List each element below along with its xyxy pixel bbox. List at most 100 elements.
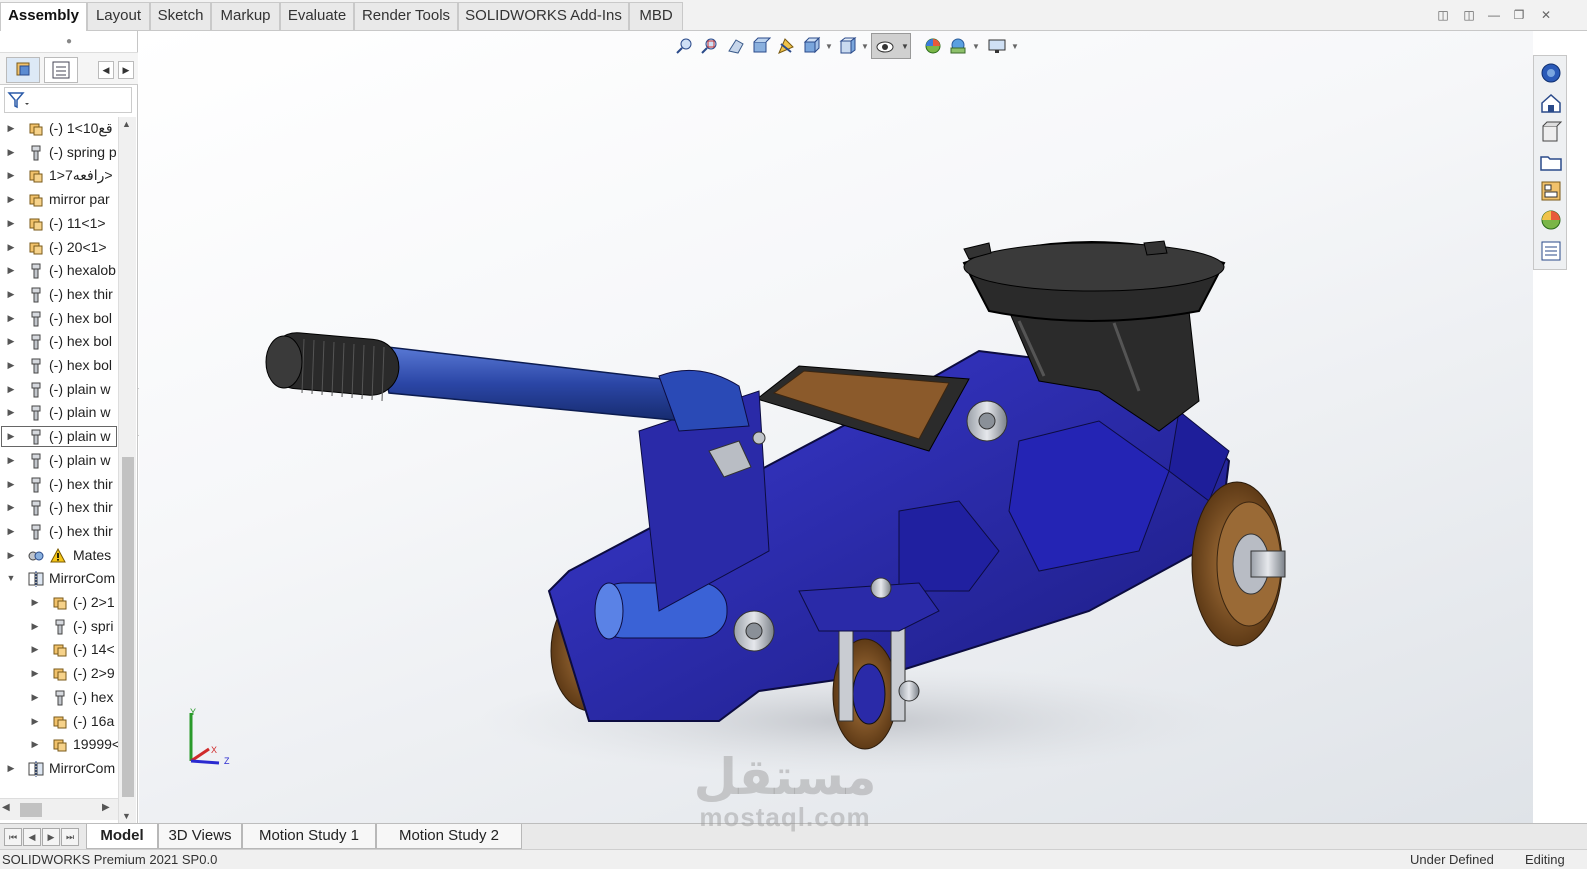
expand-arrow-icon[interactable]: ▶ bbox=[30, 638, 40, 661]
tree-item[interactable]: ▶ (-) hex bol bbox=[0, 354, 118, 377]
tab-motion-study-1[interactable]: Motion Study 1 bbox=[242, 824, 376, 849]
scroll-down-icon[interactable]: ▼ bbox=[122, 811, 131, 821]
tree-item[interactable]: ▶ (-) 11<1> bbox=[0, 212, 118, 235]
expand-arrow-icon[interactable]: ▶ bbox=[6, 141, 16, 164]
tree-item[interactable]: ▶ (-) 14< bbox=[0, 638, 118, 661]
expand-arrow-icon[interactable]: ▶ bbox=[6, 354, 16, 377]
expand-arrow-icon[interactable]: ▶ bbox=[6, 449, 16, 472]
scrollbar-thumb[interactable] bbox=[20, 803, 42, 817]
design-library-icon[interactable] bbox=[1538, 119, 1564, 145]
expand-arrow-icon[interactable]: ▶ bbox=[6, 378, 16, 401]
propertymanager-tab[interactable] bbox=[44, 57, 78, 83]
tree-horizontal-scrollbar[interactable]: ◀ ▶ bbox=[0, 798, 118, 820]
tab-solidworks-add-ins[interactable]: SOLIDWORKS Add-Ins bbox=[458, 2, 629, 30]
close-icon[interactable]: ✕ bbox=[1539, 8, 1553, 22]
expand-arrow-icon[interactable]: ▶ bbox=[30, 591, 40, 614]
expand-arrow-icon[interactable]: ▶ bbox=[30, 686, 40, 709]
expand-arrow-icon[interactable]: ▶ bbox=[6, 757, 16, 780]
home-icon[interactable] bbox=[1538, 90, 1564, 116]
tree-item[interactable]: ▶ (-) plain w bbox=[0, 401, 118, 424]
tree-item[interactable]: ▶ (-) plain w bbox=[0, 425, 118, 448]
tree-vertical-scrollbar[interactable]: ▲ ▼ bbox=[118, 117, 136, 829]
tree-item[interactable]: ▶ (-) 16a bbox=[0, 710, 118, 733]
custom-properties-icon[interactable] bbox=[1538, 238, 1564, 264]
expand-arrow-icon[interactable]: ▶ bbox=[6, 283, 16, 306]
tree-item[interactable]: ▶ 19999< bbox=[0, 733, 118, 756]
expand-arrow-icon[interactable]: ▶ bbox=[6, 307, 16, 330]
tile-right-icon[interactable]: ◫ bbox=[1462, 8, 1476, 22]
scroll-left-icon[interactable]: ◀ bbox=[2, 802, 10, 813]
graphics-area[interactable]: ▼ ▼ ▼ ▼ ▼ Y X Z bbox=[139, 31, 1533, 823]
expand-arrow-icon[interactable]: ▶ bbox=[6, 188, 16, 211]
expand-arrow-icon[interactable]: ▶ bbox=[6, 259, 16, 282]
tab-assembly[interactable]: Assembly bbox=[0, 2, 87, 32]
tab-model[interactable]: Model bbox=[86, 824, 158, 849]
collapse-arrow-icon[interactable]: ▼ bbox=[6, 567, 16, 590]
tree-item[interactable]: ▶ (-) hex bol bbox=[0, 330, 118, 353]
expand-arrow-icon[interactable]: ▶ bbox=[6, 401, 16, 424]
tree-item[interactable]: ▶ Mates bbox=[0, 544, 118, 567]
scrollbar-thumb[interactable] bbox=[122, 457, 134, 797]
tab-markup[interactable]: Markup bbox=[211, 2, 280, 30]
scroll-up-icon[interactable]: ▲ bbox=[122, 119, 131, 129]
tile-left-icon[interactable]: ◫ bbox=[1436, 8, 1450, 22]
expand-arrow-icon[interactable]: ▶ bbox=[6, 520, 16, 543]
expand-arrow-icon[interactable]: ▶ bbox=[6, 212, 16, 235]
tab-evaluate[interactable]: Evaluate bbox=[280, 2, 354, 30]
tree-filter[interactable] bbox=[4, 87, 132, 113]
expand-arrow-icon[interactable]: ▶ bbox=[30, 615, 40, 638]
tree-item[interactable]: ▶ رافعه7<1> bbox=[0, 164, 118, 187]
previous-tab-icon[interactable]: ◀ bbox=[23, 828, 41, 846]
hex-nut[interactable] bbox=[870, 577, 892, 599]
solidworks-resources-icon[interactable] bbox=[1538, 60, 1564, 86]
file-explorer-icon[interactable] bbox=[1538, 149, 1564, 175]
expand-arrow-icon[interactable]: ▶ bbox=[30, 733, 40, 756]
tab-render-tools[interactable]: Render Tools bbox=[354, 2, 458, 30]
tree-item[interactable]: ▶ mirror par bbox=[0, 188, 118, 211]
scroll-right-icon[interactable]: ▶ bbox=[102, 802, 110, 813]
tree-item[interactable]: ▼ MirrorCom bbox=[0, 567, 118, 590]
saddle-cup[interactable] bbox=[962, 240, 1226, 322]
tab-3d-views[interactable]: 3D Views bbox=[158, 824, 242, 849]
tree-item[interactable]: ▶ (-) spring p bbox=[0, 141, 118, 164]
tab-motion-study-2[interactable]: Motion Study 2 bbox=[376, 824, 522, 849]
next-tab-icon[interactable]: ▶ bbox=[42, 828, 60, 846]
expand-arrow-icon[interactable]: ▶ bbox=[6, 544, 16, 567]
expand-arrow-icon[interactable]: ▶ bbox=[6, 473, 16, 496]
first-tab-icon[interactable]: ⏮ bbox=[4, 828, 22, 846]
tree-item[interactable]: ▶ (-) hex thir bbox=[0, 283, 118, 306]
tree-item[interactable]: ▶ (-) 2>9 bbox=[0, 662, 118, 685]
expand-arrow-icon[interactable]: ▶ bbox=[6, 236, 16, 259]
scroll-tabs-right-icon[interactable]: ▶ bbox=[118, 61, 134, 79]
tree-item[interactable]: ▶ (-) hex bbox=[0, 686, 118, 709]
tree-item[interactable]: ▶ (-) 2>1 bbox=[0, 591, 118, 614]
tab-sketch[interactable]: Sketch bbox=[150, 2, 211, 30]
tree-item[interactable]: ▶ (-) 1<10قع bbox=[0, 117, 118, 140]
tab-layout[interactable]: Layout bbox=[87, 2, 150, 30]
tree-item[interactable]: ▶ (-) hex thir bbox=[0, 496, 118, 519]
expand-arrow-icon[interactable]: ▶ bbox=[6, 164, 16, 187]
tree-item[interactable]: ▶ (-) hex thir bbox=[0, 520, 118, 543]
tab-mbd[interactable]: MBD bbox=[629, 2, 683, 30]
pump-handle[interactable] bbox=[265, 330, 750, 432]
expand-arrow-icon[interactable]: ▶ bbox=[30, 710, 40, 733]
panel-grip-icon[interactable]: ● bbox=[0, 31, 138, 53]
last-tab-icon[interactable]: ⏭ bbox=[61, 828, 79, 846]
expand-arrow-icon[interactable]: ▶ bbox=[6, 330, 16, 353]
tree-item[interactable]: ▶ (-) plain w bbox=[0, 378, 118, 401]
expand-arrow-icon[interactable]: ▶ bbox=[6, 425, 16, 448]
tree-item[interactable]: ▶ (-) hexalob bbox=[0, 259, 118, 282]
appearances-scenes-icon[interactable] bbox=[1538, 207, 1564, 233]
expand-arrow-icon[interactable]: ▶ bbox=[30, 662, 40, 685]
scroll-tabs-left-icon[interactable]: ◀ bbox=[98, 61, 114, 79]
view-palette-icon[interactable] bbox=[1538, 178, 1564, 204]
tree-item[interactable]: ▶ (-) 20<1> bbox=[0, 236, 118, 259]
expand-arrow-icon[interactable]: ▶ bbox=[6, 496, 16, 519]
tree-item[interactable]: ▶ (-) plain w bbox=[0, 449, 118, 472]
rear-wheel-right[interactable] bbox=[1191, 481, 1286, 647]
tree-item[interactable]: ▶ MirrorCom bbox=[0, 757, 118, 780]
restore-icon[interactable]: ❐ bbox=[1512, 8, 1526, 22]
floor-jack-model[interactable] bbox=[139, 31, 1533, 823]
tree-item[interactable]: ▶ (-) hex bol bbox=[0, 307, 118, 330]
minimize-icon[interactable]: — bbox=[1487, 8, 1501, 22]
